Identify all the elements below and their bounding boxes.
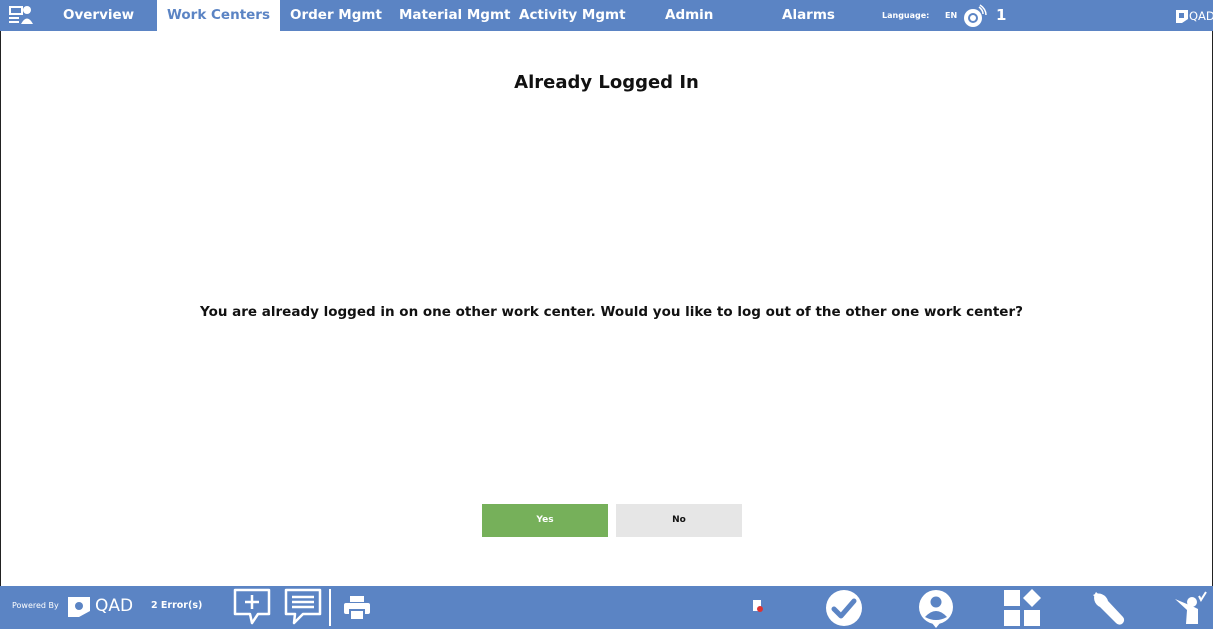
tab-overview[interactable]: Overview bbox=[63, 0, 134, 31]
widgets-icon[interactable] bbox=[1003, 589, 1041, 627]
document-error-icon bbox=[753, 600, 763, 612]
checkmark-icon[interactable] bbox=[825, 589, 863, 627]
bottom-toolbar: Powered By QAD 2 Error(s) bbox=[0, 586, 1213, 629]
comments-icon[interactable] bbox=[283, 587, 323, 627]
tab-alarms[interactable]: Alarms bbox=[782, 0, 835, 31]
tab-material-mgmt[interactable]: Material Mgmt bbox=[399, 0, 511, 31]
tab-admin[interactable]: Admin bbox=[665, 0, 713, 31]
language-label: Language: bbox=[882, 11, 930, 20]
language-value[interactable]: EN bbox=[945, 0, 957, 31]
wrench-icon[interactable] bbox=[1090, 589, 1130, 627]
qad-logo-icon bbox=[68, 597, 90, 617]
alarm-signal-icon[interactable] bbox=[962, 4, 988, 28]
help-person-icon[interactable] bbox=[1172, 590, 1208, 626]
qad-brand: QAD bbox=[95, 596, 134, 616]
error-count[interactable]: 2 Error(s) bbox=[151, 600, 202, 611]
no-button[interactable]: No bbox=[616, 504, 742, 537]
top-nav: Overview Work Centers Order Mgmt Materia… bbox=[0, 0, 1213, 31]
add-comment-icon[interactable] bbox=[232, 587, 272, 627]
tab-activity-mgmt[interactable]: Activity Mgmt bbox=[519, 0, 626, 31]
user-icon[interactable] bbox=[917, 588, 955, 628]
tab-work-centers[interactable]: Work Centers bbox=[157, 0, 280, 31]
workstation-icon[interactable] bbox=[8, 4, 34, 26]
qad-logo-icon bbox=[1176, 10, 1188, 23]
toolbar-divider bbox=[329, 589, 331, 626]
yes-button[interactable]: Yes bbox=[482, 504, 608, 537]
alarm-count-badge[interactable]: 1 bbox=[996, 0, 1006, 31]
powered-by-label: Powered By bbox=[12, 601, 59, 610]
dialog-message: You are already logged in on one other w… bbox=[200, 304, 1023, 320]
dialog-title: Already Logged In bbox=[514, 72, 699, 93]
tab-order-mgmt[interactable]: Order Mgmt bbox=[290, 0, 382, 31]
printer-icon[interactable] bbox=[344, 596, 370, 620]
qad-brand: QAD bbox=[1189, 9, 1213, 23]
